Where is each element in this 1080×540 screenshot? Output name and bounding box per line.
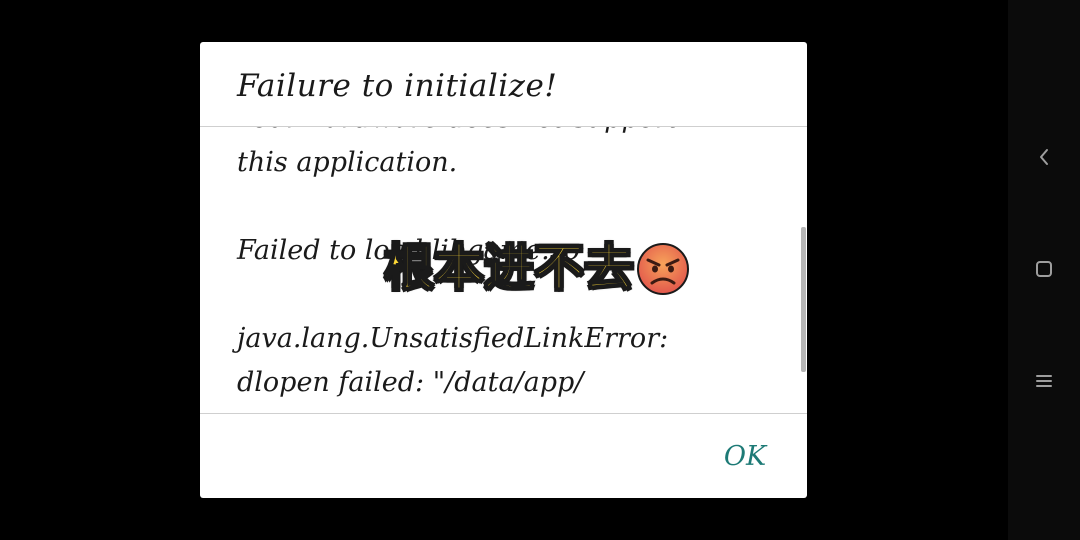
home-button[interactable] bbox=[1028, 253, 1060, 285]
back-chevron-icon bbox=[1040, 149, 1048, 165]
message-line: this application. bbox=[237, 147, 458, 178]
home-square-icon bbox=[1036, 261, 1052, 277]
message-line: java.lang.UnsatisfiedLinkError: bbox=[237, 323, 669, 354]
overlay-caption: 根本进不去 bbox=[383, 238, 635, 298]
button-divider bbox=[200, 413, 807, 414]
back-button[interactable] bbox=[1028, 141, 1060, 173]
message-line: Your hardware does not support bbox=[237, 127, 757, 141]
recent-apps-button[interactable] bbox=[1028, 365, 1060, 397]
dialog-title: Failure to initialize! bbox=[237, 68, 558, 104]
angry-face-icon bbox=[637, 243, 689, 295]
message-scrollbar[interactable] bbox=[801, 227, 806, 372]
ok-button[interactable]: OK bbox=[712, 434, 778, 478]
menu-lines-icon bbox=[1036, 375, 1052, 387]
message-line: dlopen failed: "/data/app/ bbox=[237, 367, 584, 398]
system-nav-bar bbox=[1008, 0, 1080, 540]
